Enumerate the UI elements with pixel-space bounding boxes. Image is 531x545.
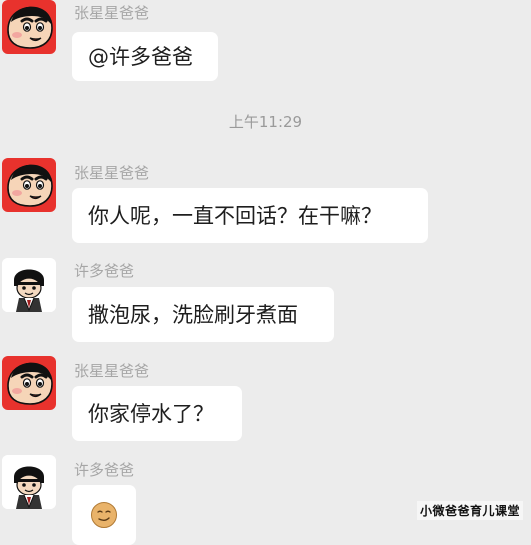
crayon-shinchan-icon <box>2 356 56 410</box>
sender-avatar[interactable] <box>2 455 56 509</box>
sender-avatar[interactable] <box>2 356 56 410</box>
chat-window[interactable]: 张星星爸爸 @许多爸爸 上午11:29 张星星爸爸 你人呢，一直不回话？在干嘛？ <box>0 0 531 545</box>
time-divider: 上午11:29 <box>228 113 303 131</box>
cartoon-boy-icon <box>2 455 56 509</box>
sender-name: 张星星爸爸 <box>74 164 150 182</box>
sender-name: 张星星爸爸 <box>74 4 150 22</box>
message-bubble[interactable]: 撒泡尿，洗脸刷牙煮面 <box>72 287 334 342</box>
sender-name: 许多爸爸 <box>74 461 135 479</box>
crayon-shinchan-icon <box>2 0 56 54</box>
sender-name: 张星星爸爸 <box>74 362 150 380</box>
message-bubble[interactable] <box>72 485 136 545</box>
watermark-label: 小微爸爸育儿课堂 <box>416 501 523 520</box>
cartoon-boy-icon <box>2 258 56 312</box>
message-bubble[interactable]: 你人呢，一直不回话？在干嘛？ <box>72 188 428 243</box>
sender-avatar[interactable] <box>2 0 56 54</box>
sender-avatar[interactable] <box>2 258 56 312</box>
sender-avatar[interactable] <box>2 158 56 212</box>
smirk-face-emoji-icon <box>91 502 117 528</box>
crayon-shinchan-icon <box>2 158 56 212</box>
sender-name: 许多爸爸 <box>74 262 135 280</box>
message-bubble[interactable]: @许多爸爸 <box>72 32 218 81</box>
message-bubble[interactable]: 你家停水了？ <box>72 386 242 441</box>
